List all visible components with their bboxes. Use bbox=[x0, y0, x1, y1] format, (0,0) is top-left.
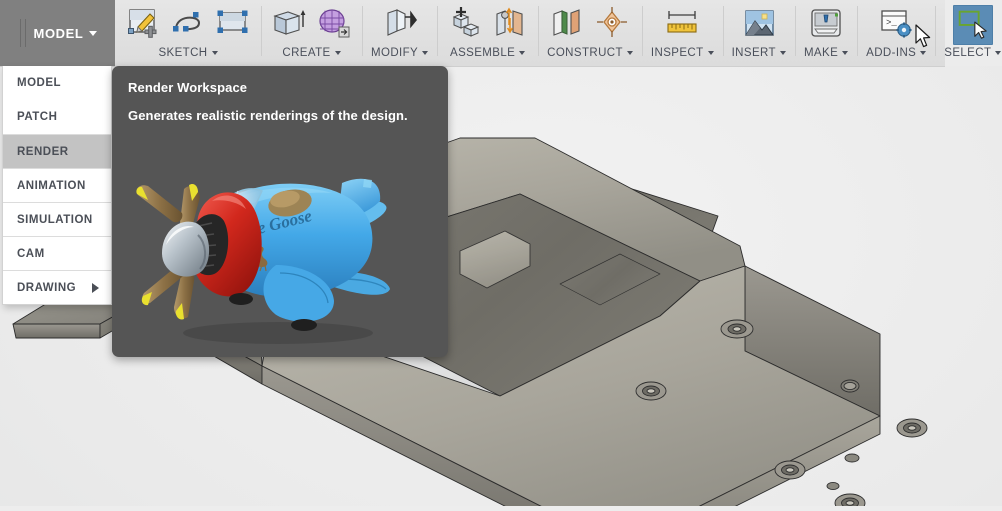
workspace-menu-item-patch[interactable]: PATCH bbox=[3, 100, 111, 134]
workspace-menu-item-model[interactable]: MODEL bbox=[3, 66, 111, 100]
insert-image-icon[interactable] bbox=[740, 5, 778, 43]
chevron-down-icon bbox=[422, 51, 429, 55]
panel-label-text: CONSTRUCT bbox=[547, 47, 623, 59]
panel-icons bbox=[740, 4, 778, 47]
toolbar-panel-construct[interactable]: CONSTRUCT bbox=[538, 0, 642, 66]
chevron-down-icon bbox=[779, 51, 786, 55]
new-component-icon[interactable] bbox=[446, 5, 484, 43]
chevron-down-icon bbox=[89, 30, 98, 36]
tooltip-preview-image: The Blue Goose bbox=[128, 161, 432, 346]
workspace-menu-item-simulation[interactable]: SIMULATION bbox=[3, 202, 111, 236]
main-toolbar: MODEL SKETCH CREATE MODIFY ASSEMBLE CONS… bbox=[0, 0, 1002, 67]
rectangle-icon[interactable] bbox=[214, 5, 252, 43]
chevron-down-icon bbox=[707, 51, 714, 55]
blue-airplane-render-icon: The Blue Goose bbox=[128, 161, 432, 346]
panel-icons: >_ bbox=[877, 4, 915, 47]
workspace-switcher-label: MODEL bbox=[33, 25, 84, 41]
chevron-down-icon bbox=[842, 51, 849, 55]
panel-icons bbox=[270, 4, 353, 47]
menu-item-label: PATCH bbox=[17, 111, 58, 123]
scripts-addins-icon[interactable]: >_ bbox=[877, 5, 915, 43]
menu-item-label: ANIMATION bbox=[17, 179, 86, 192]
toolbar-panel-create[interactable]: CREATE bbox=[261, 0, 362, 66]
menu-item-label: SIMULATION bbox=[17, 213, 93, 226]
toolbar-panel-inspect[interactable]: INSPECT bbox=[641, 0, 723, 66]
toolbar-panel-modify[interactable]: MODIFY bbox=[362, 0, 437, 66]
chevron-down-icon bbox=[626, 51, 633, 55]
press-pull-icon[interactable] bbox=[381, 5, 419, 43]
menu-item-label: RENDER bbox=[17, 145, 69, 158]
panel-label-text: ADD-INS bbox=[866, 47, 917, 59]
panel-label: INSERT bbox=[732, 47, 786, 59]
workspace-menu-item-render[interactable]: RENDER bbox=[3, 134, 111, 168]
3d-print-icon[interactable] bbox=[807, 5, 845, 43]
offset-plane-icon[interactable] bbox=[549, 5, 587, 43]
panel-icons bbox=[124, 4, 252, 47]
panel-icons bbox=[549, 4, 632, 47]
panel-label-text: INSPECT bbox=[650, 47, 704, 59]
panel-label: CONSTRUCT bbox=[547, 47, 633, 59]
tooltip-description: Generates realistic renderings of the de… bbox=[128, 108, 408, 123]
chevron-down-icon bbox=[995, 51, 1002, 55]
select-window-icon[interactable] bbox=[952, 5, 993, 45]
fusion-360-application-window: MODEL SKETCH CREATE MODIFY ASSEMBLE CONS… bbox=[0, 0, 1002, 511]
toolbar-panel-assemble[interactable]: ASSEMBLE bbox=[437, 0, 538, 66]
workspace-dropdown-menu: MODEL PATCH RENDER ANIMATION SIMULATION … bbox=[2, 66, 112, 305]
chevron-down-icon bbox=[920, 51, 927, 55]
toolbar-panel-select[interactable]: SELECT bbox=[935, 0, 1002, 66]
panel-label-text: MAKE bbox=[803, 47, 839, 59]
workspace-tooltip: Render Workspace Generates realistic ren… bbox=[112, 66, 448, 357]
workspace-switcher-button[interactable]: MODEL bbox=[0, 0, 115, 66]
panel-label-text: SELECT bbox=[944, 47, 992, 59]
menu-item-label: DRAWING bbox=[17, 281, 77, 294]
svg-text:>_: >_ bbox=[886, 18, 897, 28]
panel-label: INSPECT bbox=[651, 47, 714, 59]
toolbar-panel-addins[interactable]: >_ ADD-INS bbox=[857, 0, 935, 66]
panel-icons bbox=[807, 4, 845, 47]
workspace-menu-item-animation[interactable]: ANIMATION bbox=[3, 168, 111, 202]
workspace-menu-item-cam[interactable]: CAM bbox=[3, 236, 111, 270]
panel-label-text: ASSEMBLE bbox=[450, 47, 516, 59]
chevron-down-icon bbox=[211, 51, 218, 55]
panel-label: SELECT bbox=[944, 47, 1002, 59]
toolbar-panel-make[interactable]: MAKE bbox=[794, 0, 857, 66]
panel-label-text: INSERT bbox=[731, 47, 776, 59]
measure-ruler-icon[interactable] bbox=[663, 5, 701, 43]
menu-item-label: MODEL bbox=[17, 77, 62, 89]
panel-label: MODIFY bbox=[371, 47, 429, 59]
panel-icons bbox=[446, 4, 529, 47]
panel-label-text: CREATE bbox=[282, 47, 331, 59]
panel-icons bbox=[381, 4, 419, 47]
create-sketch-icon[interactable] bbox=[124, 5, 162, 43]
panel-icons bbox=[663, 4, 701, 47]
panel-label: ASSEMBLE bbox=[450, 47, 526, 59]
panel-label: MAKE bbox=[803, 47, 849, 59]
panel-icons bbox=[952, 4, 993, 47]
toolbar-panel-sketch[interactable]: SKETCH bbox=[115, 0, 261, 66]
panel-label-text: SKETCH bbox=[158, 47, 208, 59]
panel-label: ADD-INS bbox=[866, 47, 927, 59]
toolbar-panel-insert[interactable]: INSERT bbox=[722, 0, 795, 66]
workspace-menu-item-drawing[interactable]: DRAWING bbox=[3, 270, 111, 304]
menu-item-label: CAM bbox=[17, 247, 45, 260]
spline-icon[interactable] bbox=[169, 5, 207, 43]
toolbar-drag-grip-icon[interactable] bbox=[20, 19, 27, 47]
panel-label-text: MODIFY bbox=[371, 47, 419, 59]
extrude-icon[interactable] bbox=[270, 5, 308, 43]
panel-label: SKETCH bbox=[158, 47, 218, 59]
chevron-down-icon bbox=[334, 51, 341, 55]
construct-point-icon[interactable] bbox=[594, 5, 632, 43]
joint-icon[interactable] bbox=[491, 5, 529, 43]
toolbar-panel-group: SKETCH CREATE MODIFY ASSEMBLE CONSTRUCT … bbox=[115, 0, 1002, 66]
chevron-right-icon bbox=[92, 282, 99, 293]
create-form-icon[interactable] bbox=[315, 5, 353, 43]
panel-label: CREATE bbox=[282, 47, 341, 59]
chevron-down-icon bbox=[519, 51, 526, 55]
tooltip-title: Render Workspace bbox=[128, 80, 248, 95]
